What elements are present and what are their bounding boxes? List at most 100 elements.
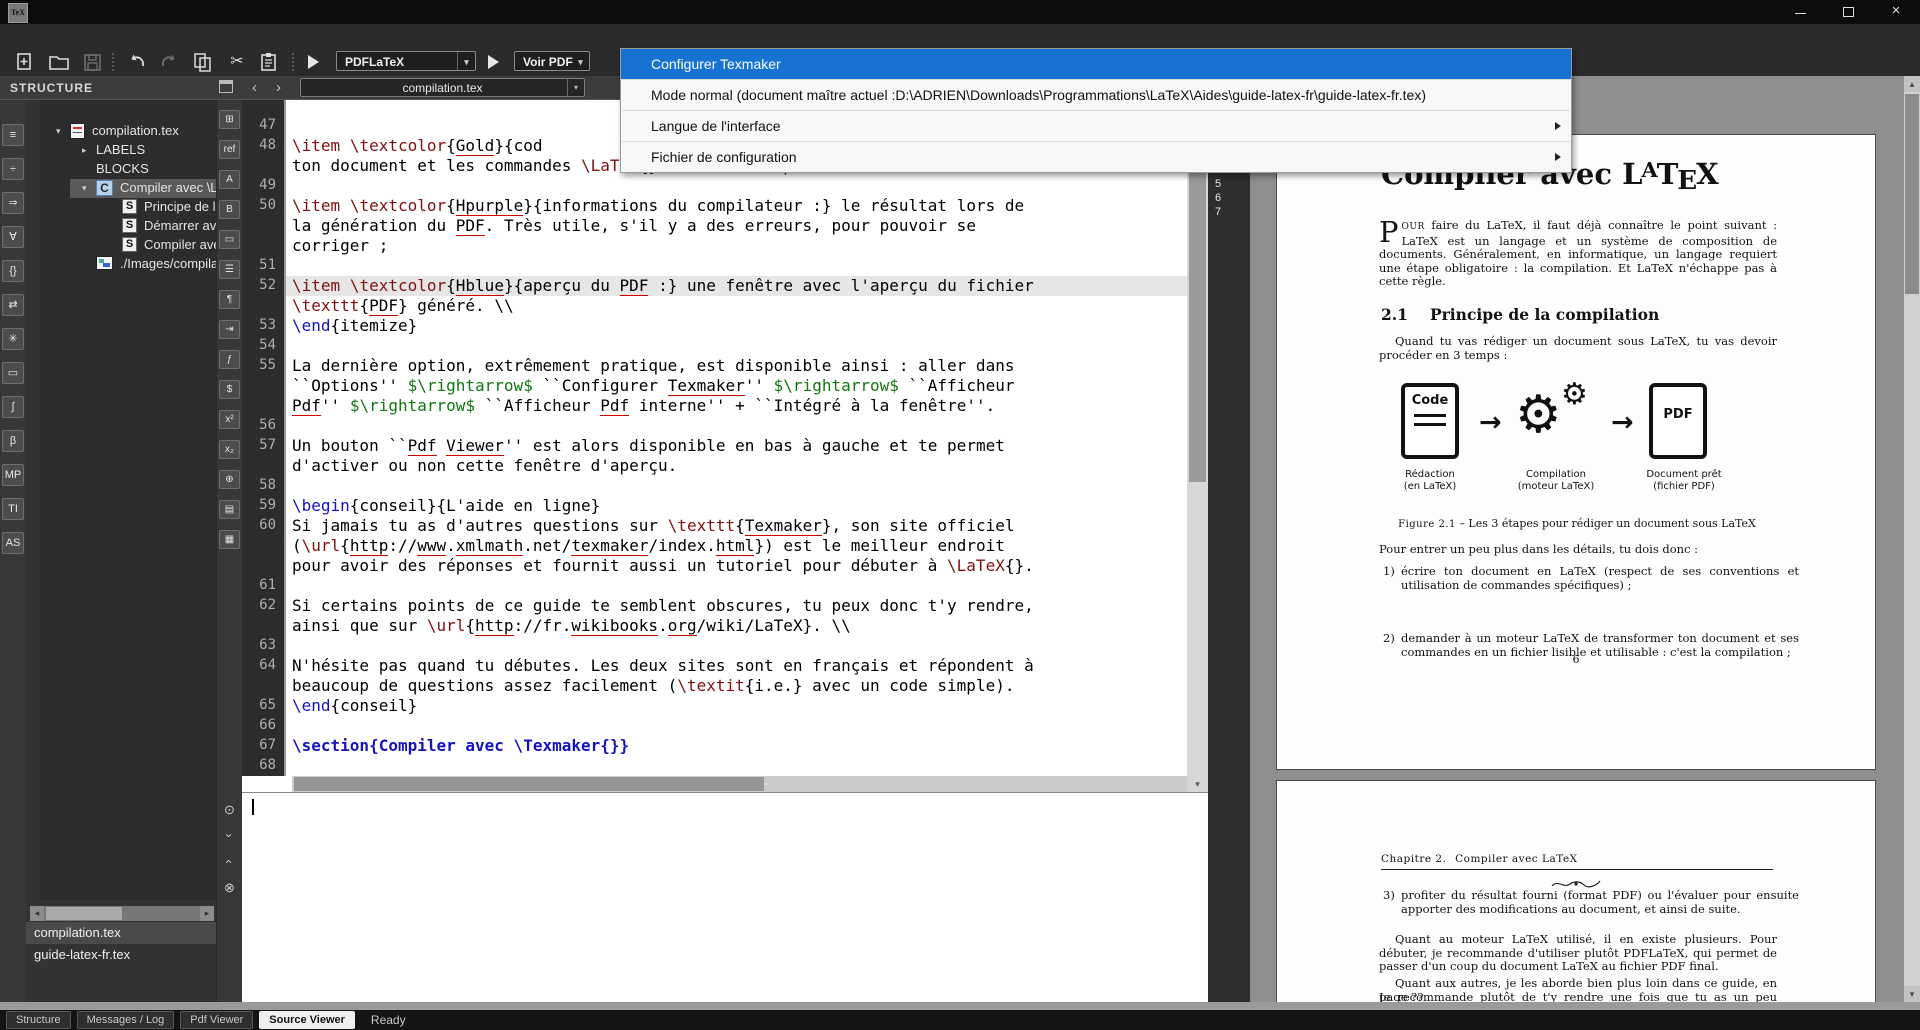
tree-item[interactable]: ▾compilation.tex <box>40 122 216 141</box>
editor-line[interactable]: 49 <box>242 176 1187 196</box>
editor-line[interactable]: 56 <box>242 416 1187 436</box>
statusbar-messages-log-button[interactable]: Messages / Log <box>77 1011 175 1029</box>
editor-line[interactable]: 57Un bouton ``Pdf Viewer'' est alors dis… <box>242 436 1187 456</box>
run-compile-icon[interactable] <box>308 55 319 69</box>
scroll-up-icon[interactable]: ▴ <box>1904 76 1920 92</box>
editor-line[interactable]: ainsi que sur \url{http://fr.wikibooks.o… <box>242 616 1187 636</box>
frame-icon[interactable]: ▭ <box>219 230 240 249</box>
pdf-page-number[interactable]: 7 <box>1215 206 1221 218</box>
editor-line[interactable]: 63 <box>242 636 1187 656</box>
close-log-icon[interactable]: ⊗ <box>220 878 239 897</box>
arrow-symbols-icon[interactable]: ⇒ <box>2 192 24 214</box>
math-mode-icon[interactable]: $ <box>219 380 240 399</box>
pdf-page-6[interactable]: Compiler avec LATEX POUR faire du LaTeX,… <box>1276 134 1876 770</box>
asymptote-tab-icon[interactable]: AS <box>2 532 24 554</box>
font-size-icon[interactable]: A <box>219 170 240 189</box>
array-icon[interactable]: ▤ <box>219 500 240 519</box>
frame-symbols-icon[interactable]: ▭ <box>2 362 24 384</box>
editor-line[interactable]: la génération du PDF. Très utile, s'il y… <box>242 216 1187 236</box>
division-symbols-icon[interactable]: ÷ <box>2 158 24 180</box>
editor-line[interactable]: 66 <box>242 716 1187 736</box>
open-file-item[interactable]: compilation.tex <box>26 922 216 944</box>
scroll-left-icon[interactable]: ◂ <box>30 906 44 921</box>
view-select[interactable]: Voir PDF ▾ <box>514 51 590 71</box>
tree-item[interactable]: SPrincipe de la <box>40 198 216 217</box>
editor-line[interactable]: \texttt{PDF} généré. \\ <box>242 296 1187 316</box>
new-block-icon[interactable]: ⊞ <box>219 110 240 129</box>
options-menu-item[interactable]: Fichier de configuration <box>621 142 1571 172</box>
undo-icon[interactable] <box>124 51 150 73</box>
editor-line[interactable]: 50\item \textcolor{Hpurple}{informations… <box>242 196 1187 216</box>
scrollbar-thumb[interactable] <box>294 777 764 791</box>
editor-line[interactable]: 52\item \textcolor{Hblue}{aperçu du PDF … <box>242 276 1187 296</box>
close-button[interactable]: × <box>1872 0 1920 24</box>
editor-line[interactable]: Pdf'' $\rightarrow$ ``Afficheur Pdf inte… <box>242 396 1187 416</box>
editor-line[interactable]: d'activer ou non cette fenêtre d'aperçu. <box>242 456 1187 476</box>
tree-item[interactable]: SCompiler ave <box>40 236 216 255</box>
tree-item[interactable]: BLOCKS <box>40 160 216 179</box>
label-ref-icon[interactable]: ref <box>219 140 240 159</box>
document-tab-selector[interactable]: compilation.tex ▾ <box>300 78 585 97</box>
tree-item[interactable]: ▸LABELS <box>40 141 216 160</box>
editor-line[interactable]: 67\section{Compiler avec \Texmaker{}} <box>242 736 1187 756</box>
save-icon[interactable] <box>80 51 106 73</box>
copy-icon[interactable] <box>190 51 216 73</box>
editor-line[interactable]: 53\end{itemize} <box>242 316 1187 336</box>
metapost-tab-icon[interactable]: MP <box>2 464 24 486</box>
cut-icon[interactable]: ✂ <box>224 51 250 73</box>
editor-line[interactable]: (\url{http://www.xmlmath.net/texmaker/in… <box>242 536 1187 556</box>
superscript-icon[interactable]: x² <box>219 410 240 429</box>
minimize-button[interactable] <box>1776 0 1824 24</box>
editor-line[interactable]: 61 <box>242 576 1187 596</box>
statusbar-source-viewer-button[interactable]: Source Viewer <box>259 1011 355 1029</box>
pdf-page-7[interactable]: Chapitre 2. Compiler avec LaTeX 3)profit… <box>1276 780 1876 1002</box>
options-menu-item[interactable]: Mode normal (document maître actuel :D:\… <box>621 80 1571 110</box>
scrollbar-thumb[interactable] <box>1905 94 1919 294</box>
scroll-down-icon[interactable]: ▾ <box>1904 986 1920 1002</box>
editor-line[interactable]: 68 <box>242 756 1187 776</box>
prev-document-button[interactable]: ‹ <box>252 79 257 96</box>
indent-icon[interactable]: ⇥ <box>219 320 240 339</box>
pdf-page-number[interactable]: 6 <box>1215 192 1221 204</box>
open-folder-icon[interactable] <box>46 51 72 73</box>
scroll-up-icon[interactable]: ‹ <box>220 852 239 871</box>
editor-line[interactable]: corriger ; <box>242 236 1187 256</box>
tree-item[interactable]: ▾CCompiler avec \La <box>40 179 216 198</box>
statusbar-pdf-viewer-button[interactable]: Pdf Viewer <box>180 1011 253 1029</box>
run-view-icon[interactable] <box>488 55 499 69</box>
misc-symbols-icon[interactable]: ✳ <box>2 328 24 350</box>
open-file-item[interactable]: guide-latex-fr.tex <box>26 944 216 966</box>
maximize-button[interactable] <box>1824 0 1872 24</box>
editor-line[interactable]: 65\end{conseil} <box>242 696 1187 716</box>
editor-line[interactable]: pour avoir des réponses et fournit aussi… <box>242 556 1187 576</box>
braces-symbols-icon[interactable]: {} <box>2 260 24 282</box>
editor-line[interactable]: beaucoup de questions assez facilement (… <box>242 676 1187 696</box>
editor-vertical-scrollbar[interactable] <box>1187 100 1208 776</box>
editor-line[interactable]: 54 <box>242 336 1187 356</box>
relation-symbols-icon[interactable]: ⇄ <box>2 294 24 316</box>
paragraph-icon[interactable]: ¶ <box>219 290 240 309</box>
scroll-right-icon[interactable]: ▸ <box>200 906 214 921</box>
pdf-page-number[interactable]: 5 <box>1215 178 1221 190</box>
tree-caret-icon[interactable]: ▾ <box>56 126 61 137</box>
editor-line[interactable]: 64N'hésite pas quand tu débutes. Les deu… <box>242 656 1187 676</box>
editor-line[interactable]: 58 <box>242 476 1187 496</box>
pdf-vertical-scrollbar[interactable]: ▴ ▾ <box>1904 76 1920 1002</box>
editor-line[interactable]: 55La dernière option, extrêmement pratiq… <box>242 356 1187 376</box>
subscript-icon[interactable]: x₂ <box>219 440 240 459</box>
scroll-down-icon[interactable]: ▾ <box>1187 776 1208 792</box>
editor-horizontal-scrollbar[interactable] <box>292 776 1187 792</box>
options-menu-item[interactable]: Configurer Texmaker <box>621 49 1571 79</box>
paste-icon[interactable] <box>256 51 282 73</box>
tikz-tab-icon[interactable]: TI <box>2 498 24 520</box>
greek-symbols-icon[interactable]: β <box>2 430 24 452</box>
tree-item[interactable]: ./Images/compilat <box>40 255 216 274</box>
statusbar-structure-button[interactable]: Structure <box>6 1011 71 1029</box>
matrix-icon[interactable]: ⊕ <box>219 470 240 489</box>
pdf-page-list[interactable]: 4567 <box>1208 76 1250 1002</box>
eye-icon[interactable]: ⊙ <box>220 800 239 819</box>
structure-scrollbar[interactable]: ◂ ▸ <box>30 906 214 921</box>
next-document-button[interactable]: › <box>276 79 281 96</box>
structure-tab-icon[interactable]: ≡ <box>2 124 24 146</box>
tree-caret-icon[interactable]: ▸ <box>82 145 87 156</box>
